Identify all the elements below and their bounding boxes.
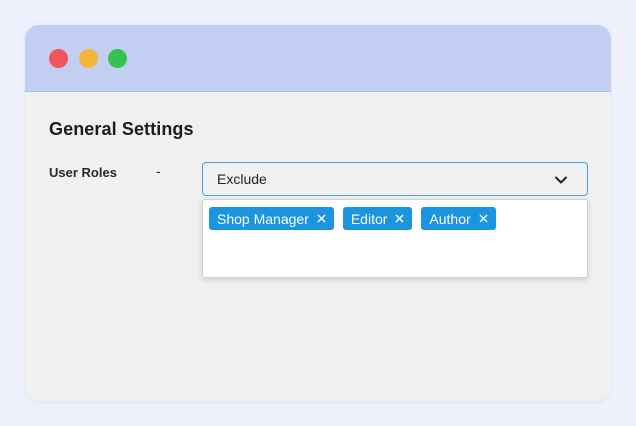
user-roles-mode-select[interactable]: Exclude: [202, 162, 588, 196]
select-value: Exclude: [217, 171, 267, 187]
tag-editor[interactable]: Editor: [342, 207, 413, 230]
close-icon[interactable]: [317, 214, 326, 223]
selected-tags: Shop Manager Editor Author: [209, 207, 496, 230]
title-bar: [25, 25, 611, 92]
chevron-down-icon[interactable]: [553, 172, 569, 188]
tag-author[interactable]: Author: [421, 207, 496, 230]
close-icon[interactable]: [395, 214, 404, 223]
tag-shop-manager[interactable]: Shop Manager: [209, 207, 334, 230]
minimize-window-button[interactable]: [79, 49, 98, 68]
app-window: General Settings User Roles - Exclude Sh…: [25, 25, 611, 401]
tag-label: Editor: [350, 210, 388, 227]
user-roles-tag-box[interactable]: Shop Manager Editor Author: [202, 199, 588, 278]
page-title: General Settings: [49, 119, 194, 139]
close-icon[interactable]: [479, 214, 488, 223]
tag-label: Shop Manager: [217, 210, 309, 227]
close-window-button[interactable]: [49, 49, 68, 68]
user-roles-label: User Roles: [49, 165, 117, 180]
field-separator: -: [156, 163, 161, 179]
maximize-window-button[interactable]: [108, 49, 127, 68]
tag-label: Author: [429, 210, 471, 227]
